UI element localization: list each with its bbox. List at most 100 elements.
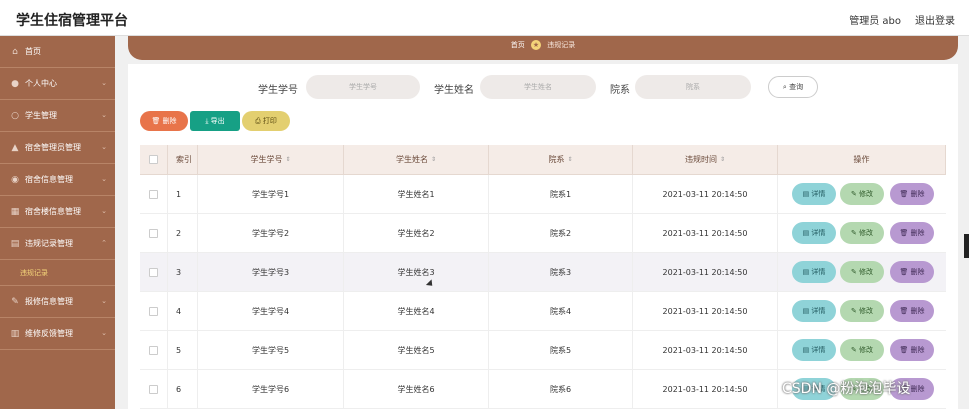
cell-student-no: 学生学号2	[198, 214, 344, 252]
logout-link[interactable]: 退出登录	[915, 12, 955, 27]
cell-time: 2021-03-11 20:14:50	[633, 175, 778, 213]
sidebar-item-profile[interactable]: ● 个人中心 ⌄	[0, 68, 115, 100]
row-checkbox[interactable]	[149, 228, 158, 238]
col-time[interactable]: 违规时间 ⇕	[633, 145, 778, 174]
search-button[interactable]: ⌕ 查询	[768, 76, 818, 98]
sidebar-item-label: 宿舍楼信息管理	[25, 207, 81, 216]
select-all-cell	[140, 145, 168, 174]
row-delete-button[interactable]: 🗑 删除	[890, 300, 934, 322]
sidebar-subitem-violation-records[interactable]: 违规记录	[0, 260, 115, 286]
table-row: 4 学生学号4 学生姓名4 院系4 2021-03-11 20:14:50 ▤ 详情 ✎ 修…	[140, 292, 946, 331]
content-panel: 学生学号 学生学号 学生姓名 学生姓名 院系 院系 ⌕ 查询 🗑 删除 ⤓ 导出…	[128, 64, 958, 409]
cell-time: 2021-03-11 20:14:50	[633, 214, 778, 252]
star-icon: ★	[531, 40, 541, 50]
delete-button[interactable]: 🗑 删除	[140, 111, 188, 131]
table-row: 2 学生学号2 学生姓名2 院系2 2021-03-11 20:14:50 ▤ 详情 ✎ 修…	[140, 214, 946, 253]
detail-button[interactable]: ▤ 详情	[792, 222, 836, 244]
row-delete-label: 删除	[910, 229, 925, 237]
search-row: 学生学号 学生学号 学生姓名 学生姓名 院系 院系 ⌕ 查询	[128, 74, 958, 100]
top-right-area: 管理员 abo 退出登录	[849, 12, 955, 27]
cell-dept: 院系2	[489, 214, 633, 252]
col-student-name-label: 学生姓名	[395, 155, 428, 164]
sidebar-item-dorm-info[interactable]: ◉ 宿舍信息管理 ⌄	[0, 164, 115, 196]
sidebar-item-label: 维修反馈管理	[25, 329, 73, 338]
detail-button[interactable]: ▤ 详情	[792, 261, 836, 283]
sidebar-item-violations[interactable]: ▤ 违规记录管理 ⌃	[0, 228, 115, 260]
building-icon: ▦	[10, 206, 20, 217]
edit-button-label: 修改	[859, 307, 874, 315]
record-icon: ▤	[10, 238, 20, 249]
chevron-down-icon: ⌄	[101, 111, 107, 119]
student-name-input[interactable]: 学生姓名	[480, 75, 596, 99]
trash-icon: 🗑	[899, 229, 909, 237]
chevron-down-icon: ⌄	[101, 207, 107, 215]
row-checkbox[interactable]	[149, 267, 158, 277]
detail-button-label: 详情	[811, 307, 826, 315]
sidebar-item-dorm-admins[interactable]: ▲ 宿舍管理员管理 ⌄	[0, 132, 115, 164]
row-delete-button[interactable]: 🗑 删除	[890, 339, 934, 361]
col-index: 索引	[168, 145, 198, 174]
search-icon: ⌕	[782, 83, 787, 91]
row-delete-button[interactable]: 🗑 删除	[890, 261, 934, 283]
cell-student-no: 学生学号4	[198, 292, 344, 330]
row-select-cell	[140, 214, 168, 252]
row-select-cell	[140, 175, 168, 213]
row-delete-button[interactable]: 🗑 删除	[890, 222, 934, 244]
col-student-no[interactable]: 学生学号 ⇕	[198, 145, 344, 174]
detail-icon: ▤	[802, 229, 810, 237]
feedback-icon: ▥	[10, 328, 20, 339]
edit-button[interactable]: ✎ 修改	[840, 261, 884, 283]
detail-icon: ▤	[802, 346, 810, 354]
export-button[interactable]: ⤓ 导出	[190, 111, 240, 131]
col-time-label: 违规时间	[684, 155, 717, 164]
detail-button[interactable]: ▤ 详情	[792, 300, 836, 322]
edit-button[interactable]: ✎ 修改	[840, 183, 884, 205]
sidebar-item-repairs[interactable]: ✎ 报修信息管理 ⌄	[0, 286, 115, 318]
col-ops: 操作	[778, 145, 946, 174]
trash-icon: 🗑	[899, 190, 909, 198]
cell-student-name: 学生姓名2	[344, 214, 489, 252]
dept-input[interactable]: 院系	[635, 75, 751, 99]
col-student-name[interactable]: 学生姓名 ⇕	[344, 145, 489, 174]
edit-button[interactable]: ✎ 修改	[840, 339, 884, 361]
cell-index: 4	[168, 292, 198, 330]
cell-student-name: 学生姓名4	[344, 292, 489, 330]
print-button[interactable]: ⎙ 打印	[242, 111, 290, 131]
row-checkbox[interactable]	[149, 384, 158, 394]
cell-dept: 院系1	[489, 175, 633, 213]
edit-button[interactable]: ✎ 修改	[840, 222, 884, 244]
delete-button-label: 删除	[162, 117, 177, 125]
row-checkbox[interactable]	[149, 189, 158, 199]
scroll-handle[interactable]	[964, 234, 969, 258]
breadcrumb-band: 首页 ★ 违规记录	[128, 36, 958, 60]
cell-index: 2	[168, 214, 198, 252]
sidebar-item-building-info[interactable]: ▦ 宿舍楼信息管理 ⌄	[0, 196, 115, 228]
detail-button[interactable]: ▤ 详情	[792, 183, 836, 205]
col-dept[interactable]: 院系 ⇕	[489, 145, 633, 174]
repair-icon: ✎	[11, 296, 19, 307]
cell-dept: 院系3	[489, 253, 633, 291]
edit-button-label: 修改	[859, 346, 874, 354]
select-all-checkbox[interactable]	[149, 155, 158, 164]
row-select-cell	[140, 370, 168, 408]
student-no-input[interactable]: 学生学号	[306, 75, 420, 99]
breadcrumb-home[interactable]: 首页	[511, 41, 525, 49]
student-icon: ○	[11, 110, 19, 121]
row-delete-label: 删除	[910, 268, 925, 276]
edit-button[interactable]: ✎ 修改	[840, 300, 884, 322]
app-title: 学生住宿管理平台	[16, 13, 128, 29]
row-checkbox[interactable]	[149, 345, 158, 355]
sidebar-item-home[interactable]: ⌂ 首页	[0, 36, 115, 68]
detail-button[interactable]: ▤ 详情	[792, 339, 836, 361]
sidebar-item-feedback[interactable]: ▥ 维修反馈管理 ⌄	[0, 318, 115, 350]
table-row: 3 学生学号3 学生姓名3 院系3 2021-03-11 20:14:50 ▤ 详情 ✎ 修…	[140, 253, 946, 292]
breadcrumb: 首页 ★ 违规记录	[128, 40, 958, 50]
sidebar-item-students[interactable]: ○ 学生管理 ⌄	[0, 100, 115, 132]
sidebar: ⌂ 首页 ● 个人中心 ⌄ ○ 学生管理 ⌄ ▲ 宿舍管理员管理 ⌄ ◉ 宿舍信…	[0, 36, 115, 409]
table-row: 5 学生学号5 学生姓名5 院系5 2021-03-11 20:14:50 ▤ 详情 ✎ 修…	[140, 331, 946, 370]
location-icon: ◉	[11, 174, 19, 185]
edit-icon: ✎	[850, 229, 857, 237]
cell-dept: 院系6	[489, 370, 633, 408]
row-checkbox[interactable]	[149, 306, 158, 316]
row-delete-button[interactable]: 🗑 删除	[890, 183, 934, 205]
